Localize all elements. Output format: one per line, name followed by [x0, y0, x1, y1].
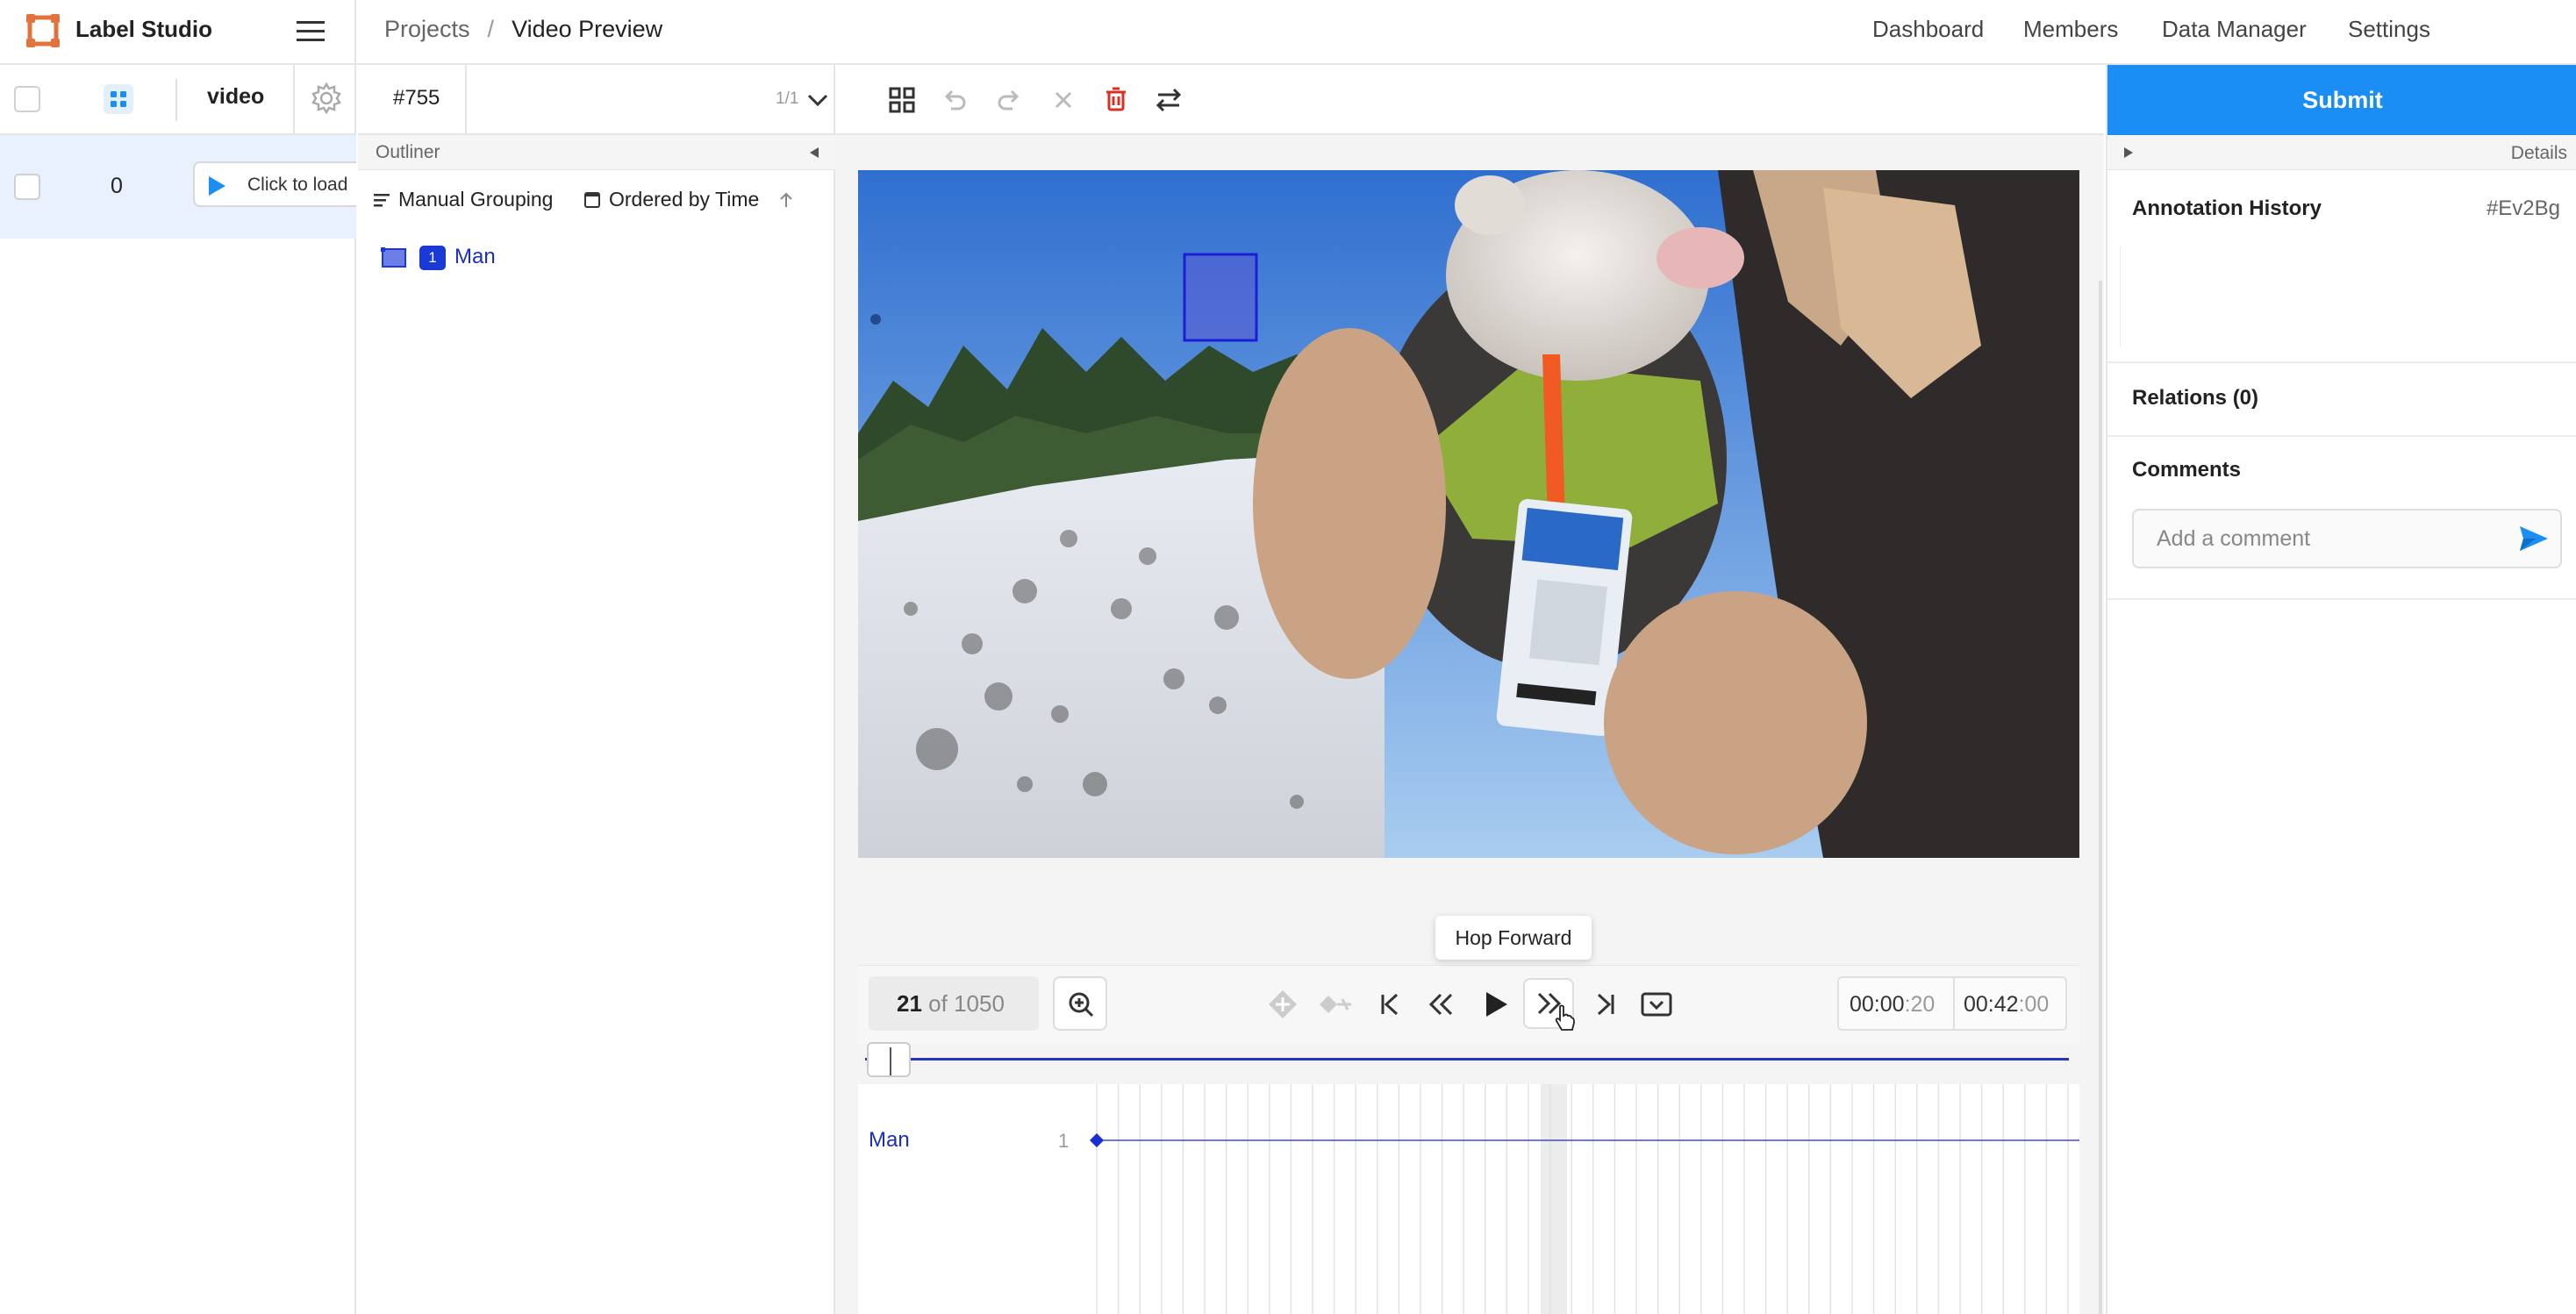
manual-grouping-label: Manual Grouping	[398, 188, 554, 211]
nav-settings[interactable]: Settings	[2348, 16, 2430, 43]
ordered-by-time-label: Ordered by Time	[609, 188, 760, 211]
rectangle-region-icon	[381, 246, 407, 270]
zoom-in-button[interactable]	[1053, 976, 1107, 1031]
sort-arrow-up-icon[interactable]	[776, 190, 796, 210]
expand-right-icon[interactable]	[2122, 146, 2136, 160]
annotation-id: #Ev2Bg	[2486, 196, 2560, 220]
reset-x-icon[interactable]	[1048, 84, 1079, 116]
collapse-left-icon[interactable]	[807, 146, 821, 160]
frame-total: of 1050	[928, 990, 1005, 1017]
nav-dashboard[interactable]: Dashboard	[1872, 16, 1984, 43]
video-canvas[interactable]	[858, 170, 2079, 858]
breadcrumb-current[interactable]: Video Preview	[512, 16, 662, 42]
frame-current: 21	[897, 990, 922, 1017]
outliner-title: Outliner	[376, 142, 440, 162]
column-settings	[293, 65, 356, 135]
annotation-count: 1/1	[776, 89, 799, 108]
total-time: 00:42:00	[1964, 992, 2050, 1017]
divider	[1953, 978, 1955, 1029]
timeline-track-label[interactable]: Man	[869, 1128, 910, 1153]
divider	[2107, 598, 2576, 600]
annotation-history-list	[2120, 246, 2576, 347]
submit-button[interactable]: Submit	[2107, 65, 2576, 135]
outliner-panel: #755 1/1 Outliner Manual Grouping Ordere…	[358, 65, 835, 1314]
column-divider	[175, 79, 177, 121]
undo-icon[interactable]	[939, 84, 970, 116]
ordered-by-time-button[interactable]: Ordered by Time	[583, 188, 796, 211]
click-to-load-label: Click to load	[247, 175, 348, 195]
breadcrumb-projects[interactable]: Projects	[384, 16, 470, 42]
divider	[465, 65, 467, 135]
comments-title: Comments	[2132, 458, 2242, 482]
manual-grouping-button[interactable]: Manual Grouping	[372, 188, 553, 211]
annotation-history-title: Annotation History	[2132, 196, 2322, 220]
select-all-checkbox[interactable]	[14, 86, 40, 112]
scrollbar[interactable]	[2099, 281, 2102, 1314]
click-to-load-button[interactable]: Click to load	[193, 161, 356, 207]
timeline-frames-grid[interactable]	[1084, 1084, 2079, 1314]
seek-handle[interactable]	[867, 1042, 911, 1077]
skip-to-end-icon[interactable]	[1586, 985, 1625, 1024]
breadcrumb: Projects / Video Preview	[384, 16, 662, 43]
play-button-icon[interactable]	[1476, 985, 1514, 1024]
gear-icon[interactable]	[309, 81, 344, 116]
hamburger-menu-icon[interactable]	[293, 16, 328, 47]
calendar-icon	[583, 190, 602, 210]
playhead-marker	[890, 1047, 891, 1075]
current-time: 00:00:20	[1850, 992, 1936, 1017]
swap-arrows-icon[interactable]	[1153, 84, 1184, 116]
outliner-titlebar: Outliner	[358, 135, 835, 170]
list-icon	[372, 190, 391, 210]
hop-forward-tooltip: Hop Forward	[1435, 916, 1592, 960]
annotation-sidebar: Submit Details Annotation History #Ev2Bg…	[2106, 65, 2576, 1314]
data-manager-panel: video 0 Click to load	[0, 65, 356, 1314]
app-title[interactable]: Label Studio	[75, 16, 212, 43]
keyframe-marker[interactable]	[1090, 1133, 1104, 1147]
column-header-video[interactable]: video	[207, 84, 264, 110]
add-keyframe-icon[interactable]	[1263, 985, 1302, 1024]
current-frame-band	[1541, 1084, 1567, 1314]
toggle-interpolation-icon[interactable]	[1316, 985, 1355, 1024]
data-manager-header: video	[0, 65, 356, 135]
grid-view-toggle-icon[interactable]	[104, 84, 133, 114]
breadcrumb-separator: /	[487, 16, 495, 42]
task-header: #755 1/1	[358, 65, 835, 135]
editor-toolbar	[835, 65, 2104, 135]
top-bar: Label Studio Projects / Video Preview Dash…	[0, 0, 2576, 65]
timeline: Man 1	[858, 1084, 2079, 1314]
comment-input[interactable]	[2132, 509, 2562, 568]
delete-trash-icon[interactable]	[1100, 84, 1132, 116]
redo-icon[interactable]	[993, 84, 1025, 116]
nav-data-manager[interactable]: Data Manager	[2162, 16, 2307, 43]
nav-members[interactable]: Members	[2023, 16, 2118, 43]
region-label: Man	[454, 245, 496, 268]
time-display: 00:00:20 00:42:00	[1837, 976, 2067, 1031]
play-icon	[204, 174, 228, 198]
label-studio-logo-icon[interactable]	[25, 12, 61, 49]
region-index-badge: 1	[419, 246, 446, 270]
send-comment-icon[interactable]	[2518, 525, 2550, 553]
seek-bar[interactable]	[865, 1042, 2069, 1077]
row-id: 0	[111, 174, 123, 198]
collapse-timeline-icon[interactable]	[1637, 985, 1676, 1024]
divider	[2107, 435, 2576, 437]
zoom-in-icon	[1065, 989, 1097, 1020]
grid-icon[interactable]	[886, 84, 918, 116]
brand-area: Label Studio	[0, 0, 356, 65]
seek-track	[865, 1058, 2069, 1060]
row-checkbox[interactable]	[14, 174, 40, 200]
video-controls: 21 of 1050 00:00:20 00:42:00	[858, 965, 2079, 1044]
skip-to-start-icon[interactable]	[1370, 985, 1409, 1024]
details-titlebar: Details	[2107, 135, 2576, 170]
relations-title[interactable]: Relations (0)	[2132, 386, 2258, 411]
timeline-track-index: 1	[1058, 1130, 1070, 1152]
task-id: #755	[393, 86, 440, 110]
frame-counter[interactable]: 21 of 1050	[869, 976, 1039, 1031]
details-label: Details	[2510, 143, 2567, 163]
region-list-item[interactable]: 1 Man	[374, 242, 812, 272]
mouse-pointer-icon	[1553, 1003, 1576, 1033]
chevron-down-icon[interactable]	[805, 88, 830, 112]
divider	[2107, 361, 2576, 363]
hop-backward-icon[interactable]	[1421, 985, 1460, 1024]
